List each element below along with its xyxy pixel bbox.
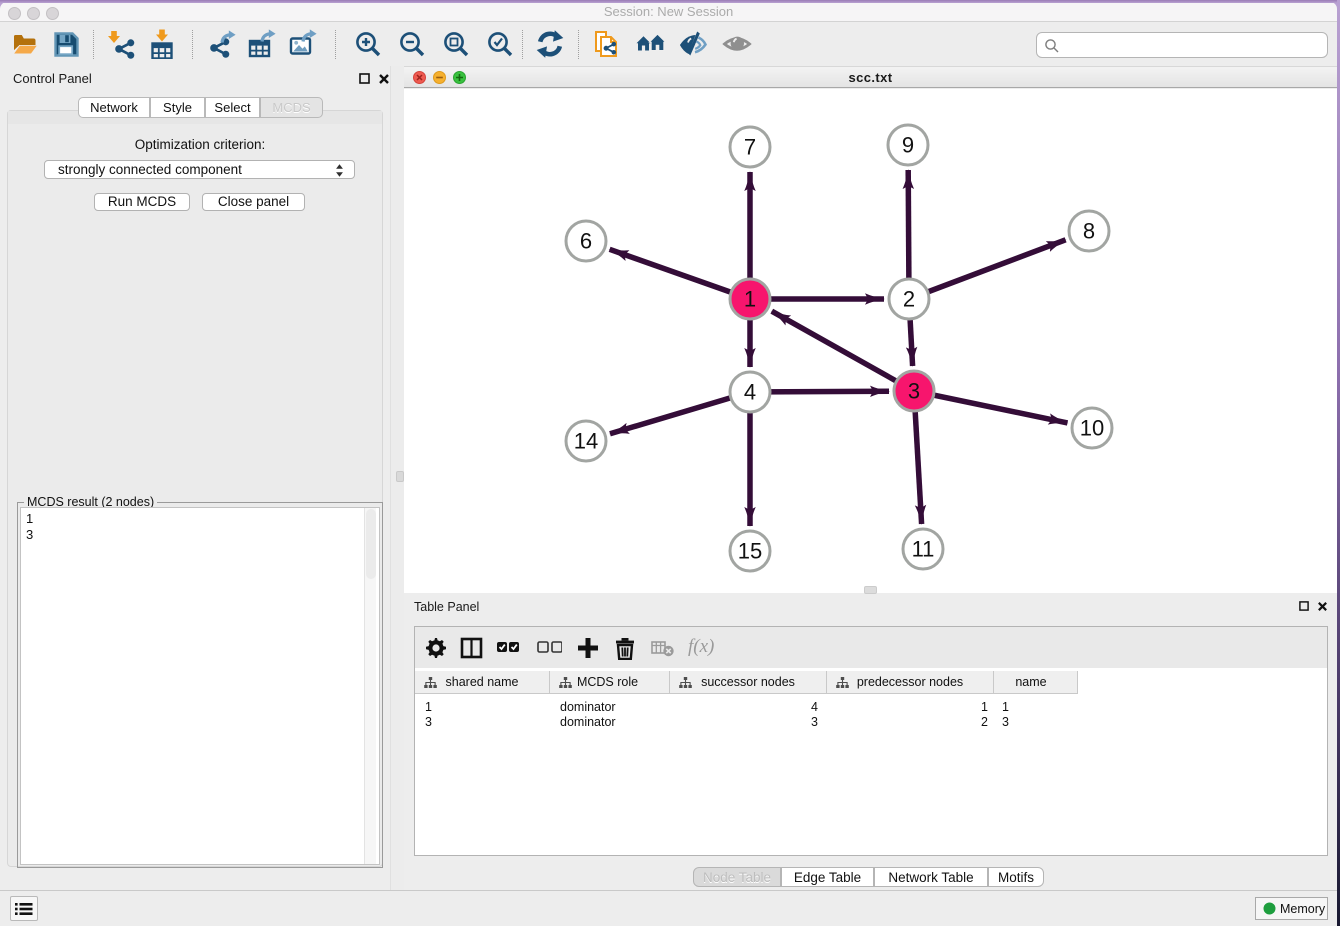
svg-text:2: 2	[903, 287, 915, 312]
svg-text:4: 4	[744, 380, 756, 405]
svg-text:7: 7	[744, 135, 756, 160]
svg-text:15: 15	[738, 539, 762, 564]
svg-text:3: 3	[908, 379, 920, 404]
svg-text:9: 9	[902, 133, 914, 158]
svg-text:8: 8	[1083, 219, 1095, 244]
svg-text:11: 11	[912, 537, 935, 562]
svg-text:14: 14	[574, 429, 598, 454]
svg-text:1: 1	[744, 287, 756, 312]
svg-text:6: 6	[580, 229, 592, 254]
svg-text:10: 10	[1080, 416, 1104, 441]
